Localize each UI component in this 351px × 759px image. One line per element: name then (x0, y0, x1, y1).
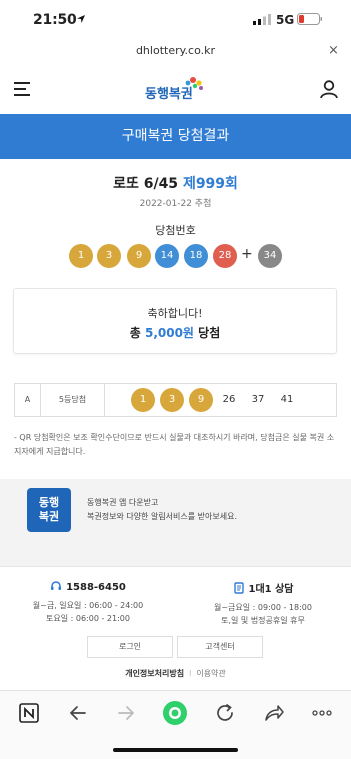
app-promo[interactable]: 동행 복권 동행복권 앱 다운받고 복권정보와 다양한 알림서비스를 받아보세요… (0, 479, 351, 545)
ticket-number: 26 (222, 394, 236, 405)
prize-amount: 5,000원 (144, 326, 194, 340)
promo-line1: 동행복권 앱 다운받고 (87, 498, 159, 507)
phone-hours-line1: 월~금, 일요일 : 06:00 - 24:00 (32, 601, 144, 610)
consult-hours-line1: 월~금요일 : 09:00 - 18:00 (213, 603, 312, 612)
ticket-number: 37 (251, 394, 265, 405)
refresh-icon[interactable] (212, 700, 238, 726)
winning-ball: 3 (97, 244, 121, 268)
congrats-box: 축하합니다! 총 5,000원 당첨 (13, 288, 337, 354)
link-separator: l (189, 669, 192, 678)
qr-notice: - QR 당첨확인은 보조 확인수단이므로 반드시 실물과 대조하시기 바라며,… (14, 433, 335, 456)
prize-suffix: 당첨 (198, 326, 221, 340)
terms-link[interactable]: 이용약관 (196, 669, 225, 678)
app-icon[interactable]: 동행 복권 (27, 488, 71, 532)
back-icon[interactable] (65, 700, 91, 726)
url-text[interactable]: dhlottery.co.kr (0, 44, 351, 57)
draw-round: 제999회 (182, 176, 238, 192)
home-indicator[interactable] (113, 748, 238, 752)
ticket-number: 41 (280, 394, 294, 405)
consult-hours-line2: 토,일 및 법정공휴일 휴무 (221, 616, 305, 625)
more-icon[interactable] (309, 700, 335, 726)
phone-title[interactable]: 1588-6450 (0, 580, 176, 593)
browser-url-bar[interactable]: dhlottery.co.kr × (0, 40, 351, 64)
prize-line: 총 5,000원 당첨 (14, 324, 336, 341)
browser-toolbar (0, 690, 351, 759)
bonus-ball: 34 (258, 244, 282, 268)
status-time: 21:50 (33, 12, 77, 28)
document-icon (233, 582, 244, 594)
footer-links: 개인정보처리방침 l 이용약관 (0, 668, 351, 679)
site-logo[interactable]: 동행복권 (143, 74, 209, 106)
winning-ball: 28 (213, 244, 237, 268)
draw-title: 로또 6/45 제999회 (0, 173, 351, 193)
share-icon[interactable] (261, 700, 287, 726)
app-icon-line2: 복권 (38, 510, 60, 523)
user-icon[interactable] (319, 79, 339, 99)
ticket-row: A 5등당첨 1 3 9 26 37 41 (14, 383, 337, 417)
phone-hours-line2: 토요일 : 06:00 - 21:00 (46, 614, 130, 623)
consult-hours: 월~금요일 : 09:00 - 18:00 토,일 및 법정공휴일 휴무 (175, 601, 351, 627)
status-bar: 21:50 5G (0, 0, 351, 40)
plus-sign: + (241, 246, 253, 262)
network-label: 5G (276, 13, 295, 27)
promo-text: 동행복권 앱 다운받고 복권정보와 다양한 알림서비스를 받아보세요. (87, 496, 237, 524)
location-arrow-icon (77, 15, 85, 23)
site-header: 동행복권 (0, 64, 351, 114)
phone-number[interactable]: 1588-6450 (66, 582, 126, 593)
app-icon-line1: 동행 (38, 496, 60, 509)
login-button[interactable]: 로그인 (87, 636, 173, 658)
footer: 1588-6450 월~금, 일요일 : 06:00 - 24:00 토요일 :… (0, 566, 351, 690)
customer-center-button[interactable]: 고객센터 (177, 636, 263, 658)
privacy-link[interactable]: 개인정보처리방침 (125, 669, 184, 678)
game-name: 로또 6/45 (113, 176, 179, 192)
result-content: 로또 6/45 제999회 2022-01-22 추첨 당첨번호 1 3 9 1… (0, 159, 351, 479)
winning-ball: 9 (127, 244, 151, 268)
consult-title[interactable]: 1대1 상담 (175, 580, 351, 595)
forward-icon[interactable] (113, 700, 139, 726)
consult-contact: 1대1 상담 월~금요일 : 09:00 - 18:00 토,일 및 법정공휴일… (175, 580, 351, 627)
signal-icon (253, 14, 271, 25)
headset-icon (51, 581, 62, 590)
ticket-rank: 5등당첨 (41, 384, 105, 416)
prize-prefix: 총 (129, 326, 141, 340)
ticket-number-hit: 3 (160, 388, 184, 412)
home-icon[interactable] (162, 700, 188, 726)
ticket-slot: A (15, 384, 41, 416)
ticket-number-hit: 9 (189, 388, 213, 412)
promo-line2: 복권정보와 다양한 알림서비스를 받아보세요. (87, 512, 238, 521)
winning-numbers-label: 당첨번호 (155, 224, 196, 237)
close-icon[interactable]: × (328, 43, 339, 58)
page-title: 구매복권 당첨결과 (0, 114, 351, 159)
battery-icon (297, 13, 322, 25)
winning-ball: 14 (155, 244, 179, 268)
winning-ball: 18 (184, 244, 208, 268)
naver-icon[interactable] (16, 700, 42, 726)
ticket-numbers: 1 3 9 26 37 41 (105, 384, 337, 416)
congrats-text: 축하합니다! (147, 307, 203, 320)
menu-icon[interactable] (14, 82, 30, 96)
phone-contact: 1588-6450 월~금, 일요일 : 06:00 - 24:00 토요일 :… (0, 580, 176, 625)
winning-ball: 1 (69, 244, 93, 268)
winning-numbers: 1 3 9 14 18 28 + 34 (0, 244, 351, 270)
phone-hours: 월~금, 일요일 : 06:00 - 24:00 토요일 : 06:00 - 2… (0, 599, 176, 625)
ticket-number-hit: 1 (131, 388, 155, 412)
draw-date: 2022-01-22 추첨 (139, 199, 212, 209)
consult-label[interactable]: 1대1 상담 (249, 584, 294, 595)
svg-text:동행복권: 동행복권 (145, 86, 193, 102)
